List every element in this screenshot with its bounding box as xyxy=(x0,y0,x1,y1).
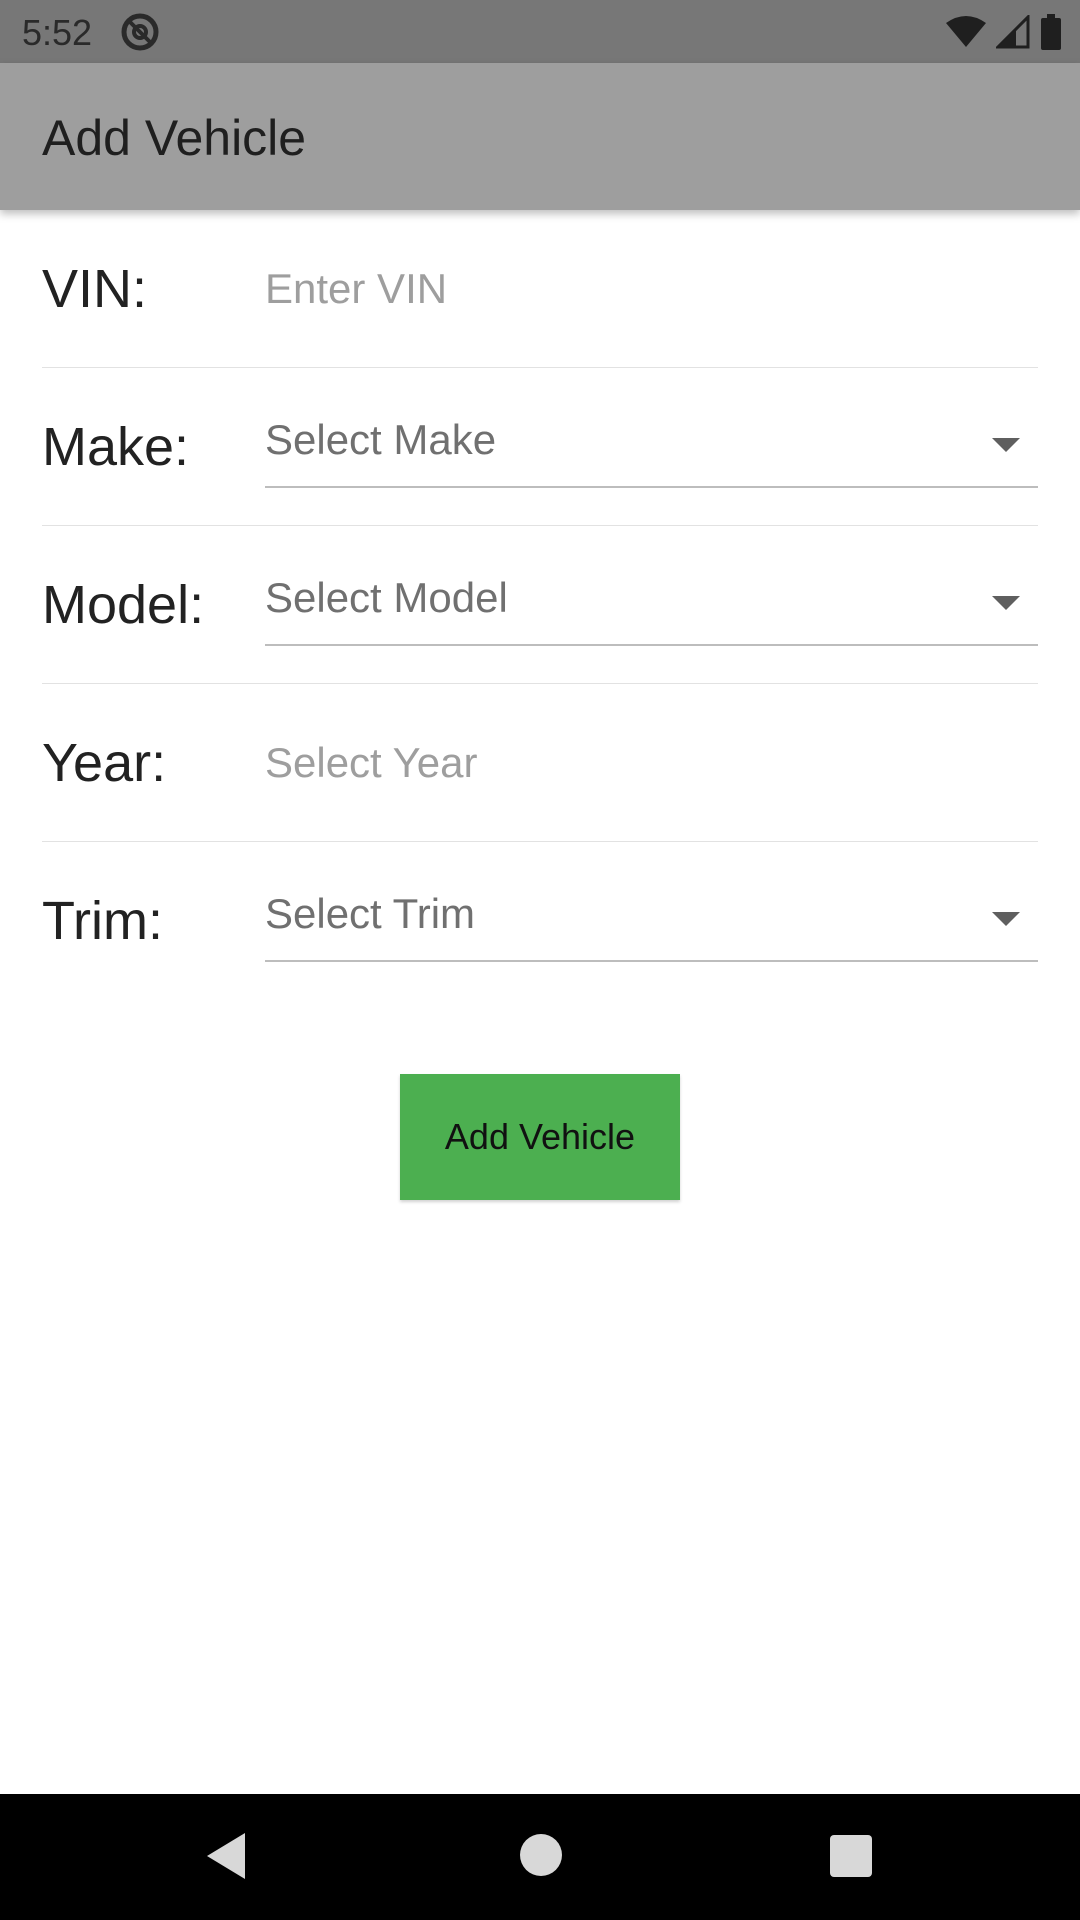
vehicle-form: VIN: Enter VIN Make: Select Make Model: … xyxy=(42,210,1038,1000)
year-input[interactable]: Select Year xyxy=(265,739,1038,787)
chevron-down-icon xyxy=(992,912,1020,926)
make-row: Make: Select Make xyxy=(42,368,1038,526)
navigation-bar xyxy=(0,1794,1080,1920)
cell-signal-icon xyxy=(996,15,1030,49)
chevron-down-icon xyxy=(992,438,1020,452)
vin-label: VIN: xyxy=(42,258,148,319)
chevron-down-icon xyxy=(992,596,1020,610)
trim-dropdown-value: Select Trim xyxy=(265,890,476,937)
year-label: Year: xyxy=(42,732,167,793)
page-title: Add Vehicle xyxy=(42,110,307,166)
vin-input[interactable]: Enter VIN xyxy=(265,265,1038,313)
make-dropdown-value: Select Make xyxy=(265,416,497,463)
status-icons xyxy=(946,12,1062,52)
model-row: Model: Select Model xyxy=(42,526,1038,684)
make-label: Make: xyxy=(42,416,190,477)
do-not-disturb-icon xyxy=(121,13,159,51)
model-dropdown-value: Select Model xyxy=(265,574,508,621)
battery-icon xyxy=(1041,14,1061,50)
year-row: Year: Select Year xyxy=(42,684,1038,842)
home-icon[interactable] xyxy=(520,1834,562,1876)
make-dropdown[interactable]: Select Make xyxy=(265,408,1038,488)
recents-icon[interactable] xyxy=(830,1835,872,1877)
trim-label: Trim: xyxy=(42,891,163,951)
vin-row: VIN: Enter VIN xyxy=(42,210,1038,368)
wifi-icon xyxy=(946,16,986,47)
add-vehicle-button[interactable]: Add Vehicle xyxy=(400,1074,680,1200)
back-icon[interactable] xyxy=(205,1831,247,1881)
model-label: Model: xyxy=(42,574,205,635)
status-bar: 5:52 xyxy=(0,0,1080,63)
app-bar: Add Vehicle xyxy=(0,63,1080,210)
status-time: 5:52 xyxy=(22,12,93,53)
trim-row: Trim: Select Trim xyxy=(42,842,1038,1000)
model-dropdown[interactable]: Select Model xyxy=(265,566,1038,646)
trim-dropdown[interactable]: Select Trim xyxy=(265,882,1038,962)
